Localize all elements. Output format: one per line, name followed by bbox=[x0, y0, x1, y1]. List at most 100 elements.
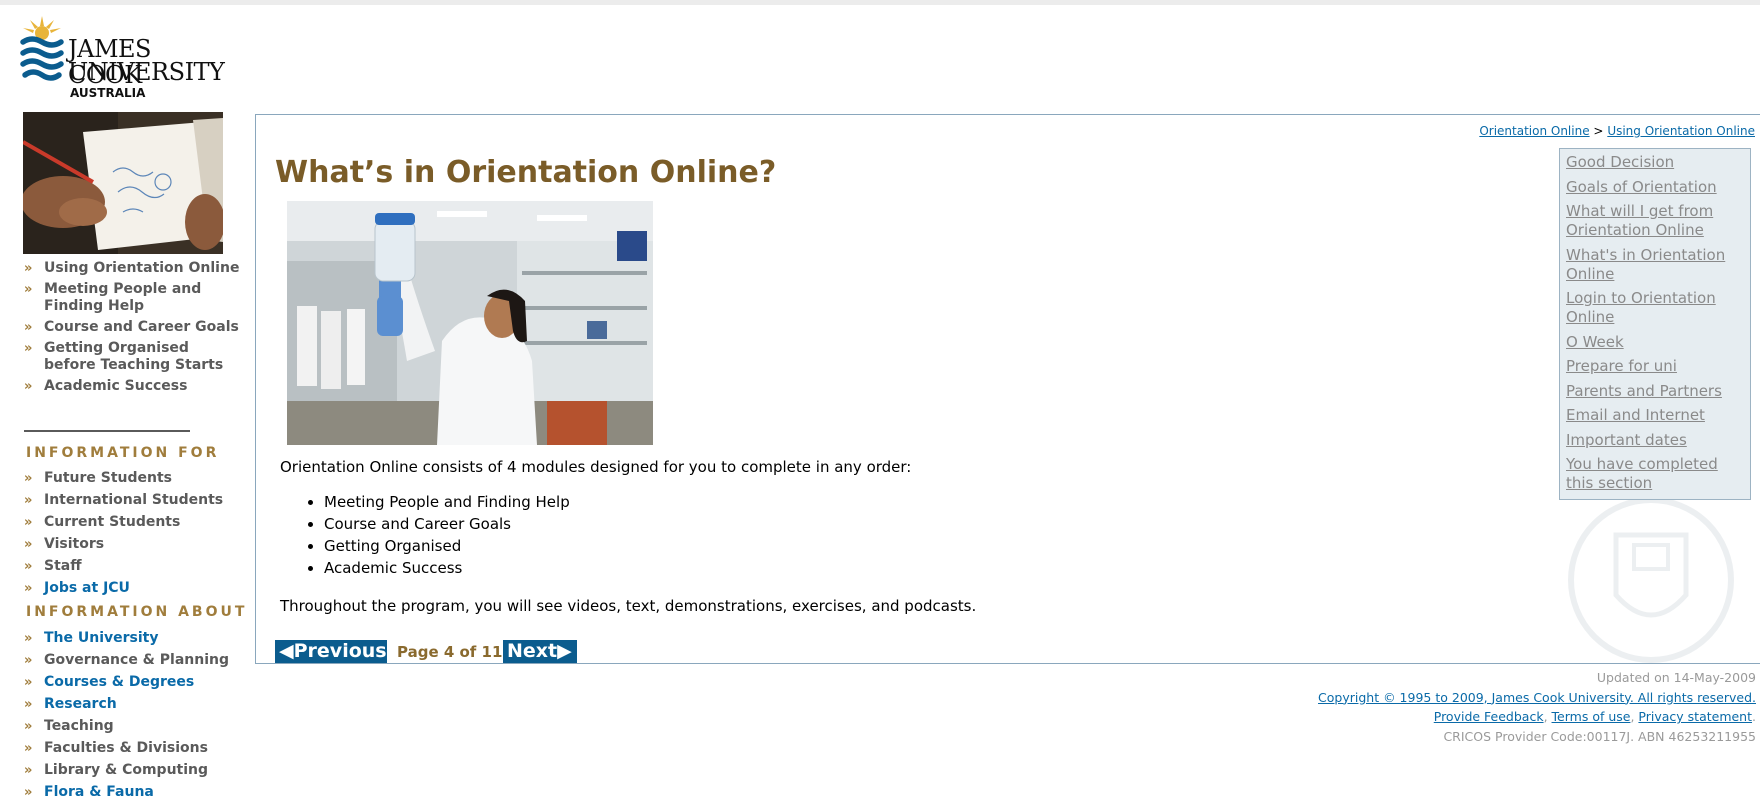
sidebar-item-research: » Research bbox=[24, 696, 244, 713]
provide-feedback-link[interactable]: Provide Feedback bbox=[1434, 709, 1544, 724]
page-footer: Updated on 14-May-2009 Copyright © 1995 … bbox=[1318, 668, 1756, 746]
sidebar-link[interactable]: Visitors bbox=[44, 536, 104, 552]
double-chevron-icon: » bbox=[24, 653, 33, 668]
sidebar-divider bbox=[24, 430, 190, 432]
footer-links: Provide Feedback, Terms of use, Privacy … bbox=[1433, 709, 1756, 724]
sidebar-item-future-students: » Future Students bbox=[24, 470, 244, 487]
sidebar-link[interactable]: Governance & Planning bbox=[44, 652, 229, 668]
sidebar-link[interactable]: Research bbox=[44, 696, 117, 712]
sidebar-item-library: » Library & Computing bbox=[24, 762, 244, 779]
section-menu-item[interactable]: Important dates bbox=[1566, 431, 1744, 450]
terms-of-use-link[interactable]: Terms of use bbox=[1552, 709, 1631, 724]
information-for-nav: » Future Students » International Students… bbox=[24, 470, 244, 602]
double-chevron-icon: » bbox=[24, 559, 33, 574]
breadcrumb: Orientation Online > Using Orientation O… bbox=[1479, 124, 1755, 138]
sidebar-item-course-goals: » Course and Career Goals bbox=[24, 319, 244, 336]
section-menu-item[interactable]: Parents and Partners bbox=[1566, 382, 1744, 401]
cricos-text: CRICOS Provider Code:00117J. ABN 4625321… bbox=[1443, 728, 1756, 744]
breadcrumb-orientation-online[interactable]: Orientation Online bbox=[1479, 124, 1589, 138]
double-chevron-icon: » bbox=[24, 320, 33, 335]
sidebar-link[interactable]: International Students bbox=[44, 492, 223, 508]
sidebar-item-visitors: » Visitors bbox=[24, 536, 244, 553]
double-chevron-icon: » bbox=[24, 515, 33, 530]
section-menu: Good Decision Goals of Orientation What … bbox=[1559, 148, 1751, 500]
double-chevron-icon: » bbox=[24, 741, 33, 756]
double-chevron-icon: » bbox=[24, 379, 33, 394]
double-chevron-icon: » bbox=[24, 631, 33, 646]
sidebar-link[interactable]: The University bbox=[44, 630, 159, 646]
double-chevron-icon: » bbox=[24, 785, 33, 800]
sidebar-link[interactable]: Future Students bbox=[44, 470, 172, 486]
information-for-heading: INFORMATION FOR bbox=[26, 445, 220, 461]
list-item: Meeting People and Finding Help bbox=[324, 491, 570, 513]
section-menu-item[interactable]: What will I get from Orientation Online bbox=[1566, 202, 1744, 240]
sidebar-link[interactable]: Courses & Degrees bbox=[44, 674, 194, 690]
sidebar-item-university: » The University bbox=[24, 630, 244, 647]
logo-text-australia: AUSTRALIA bbox=[70, 86, 146, 100]
sidebar-item-international-students: » International Students bbox=[24, 492, 244, 509]
sidebar-link[interactable]: Jobs at JCU bbox=[44, 580, 130, 596]
sidebar-item-teaching: » Teaching bbox=[24, 718, 244, 735]
sidebar-item-faculties: » Faculties & Divisions bbox=[24, 740, 244, 757]
sidebar-link[interactable]: Faculties & Divisions bbox=[44, 740, 208, 756]
breadcrumb-separator: > bbox=[1593, 124, 1604, 138]
sidebar-item-flora-fauna: » Flora & Fauna bbox=[24, 784, 244, 801]
content-panel: Orientation Online > Using Orientation O… bbox=[255, 114, 1760, 664]
sidebar-link[interactable]: Library & Computing bbox=[44, 762, 208, 778]
sidebar-link[interactable]: Getting Organised before Teaching Starts bbox=[44, 340, 223, 373]
next-label: Next bbox=[507, 640, 558, 662]
section-menu-item[interactable]: O Week bbox=[1566, 333, 1744, 352]
section-menu-item[interactable]: Login to Orientation Online bbox=[1566, 289, 1744, 327]
double-chevron-icon: » bbox=[24, 581, 33, 596]
copyright-link[interactable]: Copyright © 1995 to 2009, James Cook Uni… bbox=[1318, 690, 1756, 705]
section-menu-item[interactable]: Email and Internet bbox=[1566, 406, 1744, 425]
jcu-wave-emblem-icon bbox=[20, 16, 64, 81]
section-menu-item[interactable]: Prepare for uni bbox=[1566, 357, 1744, 376]
page-title: What’s in Orientation Online? bbox=[275, 155, 777, 190]
double-chevron-icon: » bbox=[24, 261, 33, 276]
arrow-left-icon: ◀ bbox=[279, 640, 294, 662]
double-chevron-icon: » bbox=[24, 697, 33, 712]
sidebar-item-jobs: » Jobs at JCU bbox=[24, 580, 244, 597]
sidebar-item-academic-success: » Academic Success bbox=[24, 378, 244, 395]
intro-paragraph: Orientation Online consists of 4 modules… bbox=[280, 458, 912, 476]
sidebar-link[interactable]: Academic Success bbox=[44, 378, 187, 394]
hero-photo-lab-scientist bbox=[287, 201, 653, 445]
updated-date: Updated on 14-May-2009 bbox=[1596, 670, 1756, 685]
jcu-logo[interactable]: JAMES COOK UNIVERSITY AUSTRALIA bbox=[20, 16, 225, 100]
section-menu-item[interactable]: Goals of Orientation bbox=[1566, 178, 1744, 197]
section-menu-item[interactable]: What's in Orientation Online bbox=[1566, 246, 1744, 284]
sidebar-photo-writing bbox=[23, 112, 223, 254]
logo-text-university: UNIVERSITY bbox=[68, 58, 225, 86]
sidebar-item-meeting-people: » Meeting People and Finding Help bbox=[24, 281, 244, 315]
double-chevron-icon: » bbox=[24, 341, 33, 356]
section-menu-item[interactable]: You have completed this section bbox=[1566, 455, 1744, 493]
double-chevron-icon: » bbox=[24, 675, 33, 690]
sidebar-link[interactable]: Staff bbox=[44, 558, 82, 574]
double-chevron-icon: » bbox=[24, 537, 33, 552]
sidebar-link[interactable]: Flora & Fauna bbox=[44, 784, 154, 800]
sidebar-link[interactable]: Course and Career Goals bbox=[44, 319, 239, 335]
sidebar-item-governance: » Governance & Planning bbox=[24, 652, 244, 669]
arrow-right-icon: ▶ bbox=[557, 640, 572, 662]
sidebar-link[interactable]: Meeting People and Finding Help bbox=[44, 281, 201, 314]
list-item: Getting Organised bbox=[324, 535, 570, 557]
sidebar-item-current-students: » Current Students bbox=[24, 514, 244, 531]
modules-list: Meeting People and Finding Help Course a… bbox=[300, 491, 570, 579]
university-crest-watermark-icon bbox=[1568, 497, 1734, 663]
double-chevron-icon: » bbox=[24, 282, 33, 297]
previous-button[interactable]: ◀Previous bbox=[275, 640, 387, 663]
sidebar-item-staff: » Staff bbox=[24, 558, 244, 575]
next-button[interactable]: Next▶ bbox=[503, 640, 577, 663]
sidebar-item-getting-organised: » Getting Organised before Teaching Start… bbox=[24, 340, 244, 374]
double-chevron-icon: » bbox=[24, 493, 33, 508]
privacy-statement-link[interactable]: Privacy statement bbox=[1638, 709, 1752, 724]
breadcrumb-using-orientation-online[interactable]: Using Orientation Online bbox=[1607, 124, 1755, 138]
sidebar-link[interactable]: Current Students bbox=[44, 514, 180, 530]
double-chevron-icon: » bbox=[24, 471, 33, 486]
outro-paragraph: Throughout the program, you will see vid… bbox=[280, 597, 977, 615]
sidebar-link[interactable]: Teaching bbox=[44, 718, 114, 734]
sidebar-link[interactable]: Using Orientation Online bbox=[44, 260, 239, 276]
page-indicator: Page 4 of 11 bbox=[397, 643, 503, 661]
section-menu-item[interactable]: Good Decision bbox=[1566, 153, 1744, 172]
